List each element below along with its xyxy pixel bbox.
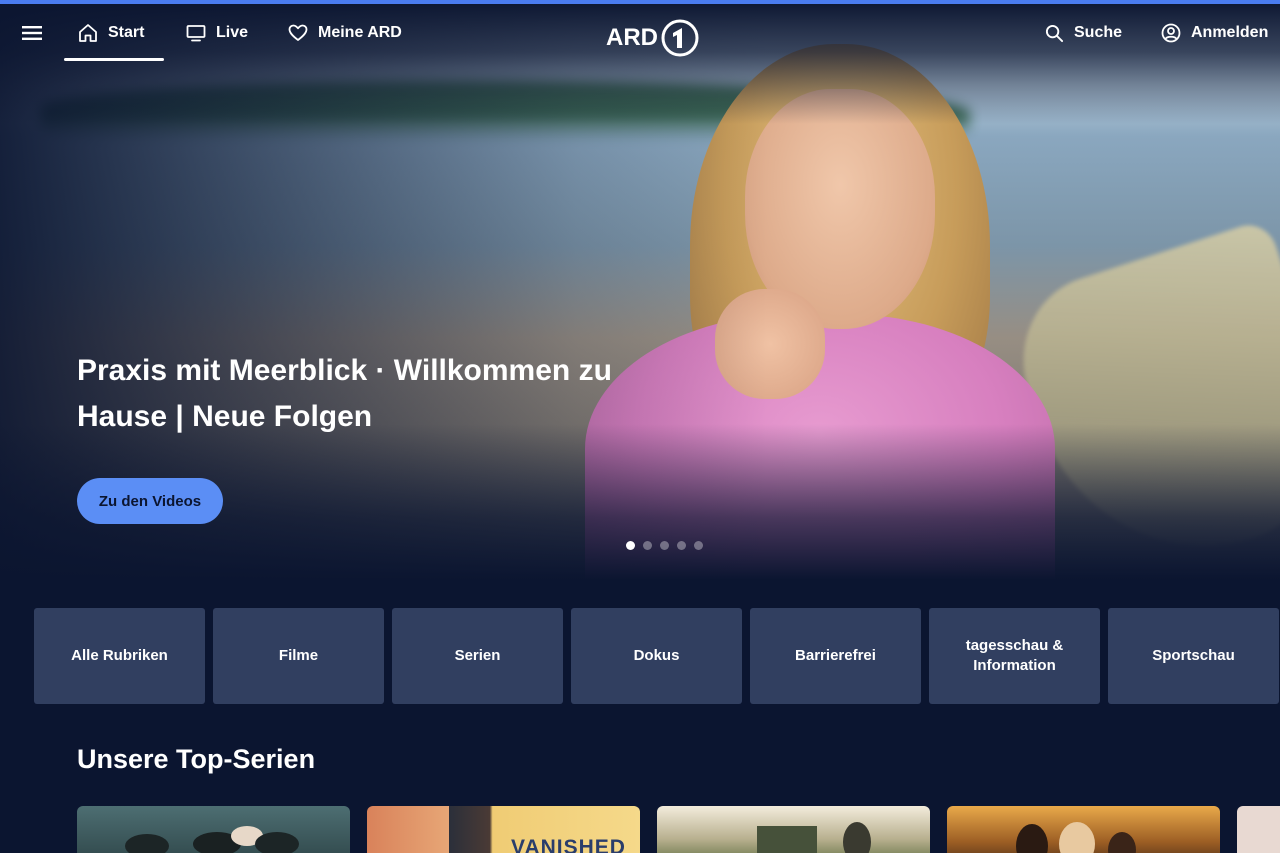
carousel-dot-3[interactable] <box>660 541 669 550</box>
search-label: Suche <box>1074 24 1123 41</box>
login-label: Anmelden <box>1191 24 1269 41</box>
category-tile-tagesschau[interactable]: tagesschau & Information <box>929 608 1100 704</box>
menu-icon <box>22 26 42 40</box>
hero-title: Praxis mit Meerblick · Willkommen zu Hau… <box>77 354 612 433</box>
category-tile-alle-rubriken[interactable]: Alle Rubriken <box>34 608 205 704</box>
nav-item-live[interactable]: Live <box>186 4 248 62</box>
series-card-image <box>1016 822 1136 853</box>
series-card[interactable] <box>77 806 350 853</box>
series-card-title: VANISHED <box>511 836 626 853</box>
logo-text: ARD <box>606 24 658 51</box>
category-tile-filme[interactable]: Filme <box>213 608 384 704</box>
category-tile-sportschau[interactable]: Sportschau <box>1108 608 1279 704</box>
nav-item-label: Live <box>216 24 249 41</box>
series-card[interactable] <box>947 806 1220 853</box>
series-card-image <box>125 826 299 853</box>
series-card-image <box>757 822 871 853</box>
series-card-row: VANISHED <box>77 806 1280 853</box>
login-button[interactable]: Anmelden <box>1161 4 1268 62</box>
menu-button[interactable] <box>22 4 42 62</box>
user-icon <box>1161 23 1181 43</box>
nav-item-meine-ard[interactable]: Meine ARD <box>288 4 402 62</box>
ard-one-icon <box>661 19 699 57</box>
category-tile-barrierefrei[interactable]: Barrierefrei <box>750 608 921 704</box>
ard-logo[interactable]: ARD <box>606 18 700 58</box>
home-icon <box>79 24 97 42</box>
category-tiles: Alle Rubriken Filme Serien Dokus Barrier… <box>34 608 1279 704</box>
to-videos-button[interactable]: Zu den Videos <box>77 478 223 524</box>
carousel-dots <box>626 541 703 550</box>
series-card-partial[interactable] <box>1237 806 1280 853</box>
category-tile-serien[interactable]: Serien <box>392 608 563 704</box>
carousel-dot-2[interactable] <box>643 541 652 550</box>
carousel-dot-4[interactable] <box>677 541 686 550</box>
nav-item-start[interactable]: Start <box>78 4 144 62</box>
tv-icon <box>186 25 206 42</box>
series-card[interactable] <box>657 806 930 853</box>
carousel-dot-1[interactable] <box>626 541 635 550</box>
active-tab-indicator <box>64 58 164 61</box>
category-tile-dokus[interactable]: Dokus <box>571 608 742 704</box>
series-card[interactable]: VANISHED <box>367 806 640 853</box>
search-button[interactable]: Suche <box>1045 4 1122 62</box>
search-icon <box>1045 24 1064 42</box>
nav-item-label: Start <box>108 24 145 41</box>
heart-icon <box>288 24 308 41</box>
carousel-dot-5[interactable] <box>694 541 703 550</box>
nav-item-label: Meine ARD <box>318 24 402 41</box>
section-title: Unsere Top-Serien <box>77 744 316 774</box>
top-navigation: Start Live Meine ARD ARD Suche Anmelden <box>0 4 1280 64</box>
